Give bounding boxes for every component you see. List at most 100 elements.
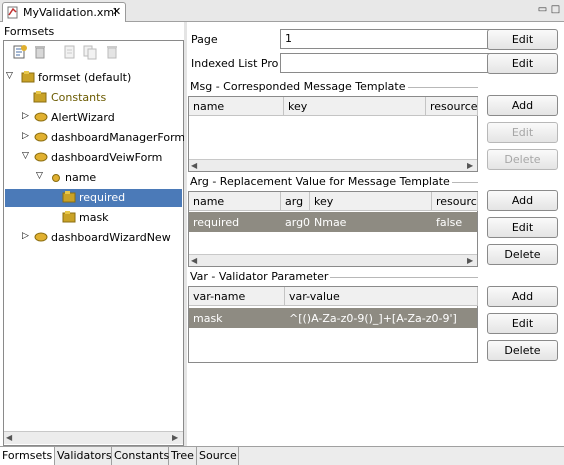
tree-node-label: formset (default) — [38, 71, 132, 84]
msg-col-name[interactable]: name — [189, 97, 284, 116]
expand-icon[interactable]: ▷ — [22, 231, 29, 241]
scroll-left-icon[interactable]: ◀ — [6, 433, 12, 442]
tree-node-label: Constants — [51, 91, 107, 104]
page-label: Page — [191, 33, 218, 46]
minimize-icon[interactable]: ▭ — [537, 4, 548, 15]
msg-group-title: Msg - Corresponded Message Template — [188, 80, 408, 93]
tree-node-alertwizard[interactable]: ▷ AlertWizard — [5, 109, 182, 127]
scroll-left-icon[interactable]: ◀ — [191, 161, 197, 170]
arg-col-name[interactable]: name — [189, 192, 281, 211]
tree-node-dashboardveiwform[interactable]: ▽ dashboardVeiwForm — [5, 149, 182, 167]
editor-window: MyValidation.xml ✕ ▭ □ Formsets ▽ formse… — [0, 0, 564, 465]
indexed-list-edit-button[interactable]: Edit — [487, 53, 558, 74]
var-cell-name: mask — [193, 312, 223, 325]
expand-icon[interactable]: ▽ — [22, 151, 29, 161]
var-group-title: Var - Validator Parameter — [188, 270, 331, 283]
msg-add-button[interactable]: Add — [487, 95, 558, 116]
form-icon — [34, 111, 48, 126]
tree-node-required[interactable]: required — [5, 189, 182, 207]
msg-col-key[interactable]: key — [284, 97, 426, 116]
form-icon — [34, 131, 48, 146]
editor-tab[interactable]: MyValidation.xml ✕ — [2, 2, 126, 22]
indexed-list-property-input[interactable] — [280, 53, 495, 73]
tree-node-label: AlertWizard — [51, 111, 115, 124]
close-icon[interactable]: ✕ — [112, 5, 121, 18]
editor-tab-title: MyValidation.xml — [23, 6, 118, 19]
constants-icon — [33, 90, 47, 107]
scroll-right-icon[interactable]: ▶ — [467, 256, 473, 265]
var-col-name[interactable]: var-name — [189, 287, 285, 306]
expand-icon[interactable]: ▽ — [36, 171, 43, 181]
msg-delete-button[interactable]: Delete — [487, 149, 558, 170]
var-col-value[interactable]: var-value — [285, 287, 478, 306]
arg-col-key[interactable]: key — [310, 192, 432, 211]
xml-file-icon — [7, 6, 19, 19]
tab-source[interactable]: Source — [197, 447, 239, 465]
form-icon — [34, 231, 48, 246]
arg-col-arg[interactable]: arg — [281, 192, 310, 211]
var-cell-value: ^[()A-Za-z0-9()_]+[A-Za-z0-9'] — [289, 312, 457, 325]
expand-icon[interactable]: ▷ — [22, 111, 29, 121]
tree-node-label: required — [79, 191, 126, 204]
msg-table-scrollbar[interactable]: ◀ ▶ — [189, 159, 477, 171]
tree-node-label: mask — [79, 211, 109, 224]
msg-table[interactable]: name key resource ◀ ▶ — [188, 96, 478, 172]
arg-cell-name: required — [193, 216, 240, 229]
scroll-right-icon[interactable]: ▶ — [467, 161, 473, 170]
tree-node-label: dashboardVeiwForm — [51, 151, 163, 164]
page-edit-button[interactable]: Edit — [487, 29, 558, 50]
msg-col-resource[interactable]: resource — [426, 97, 478, 116]
formsets-heading: Formsets — [4, 25, 55, 38]
copy-icon[interactable] — [82, 44, 98, 60]
form-icon — [34, 151, 48, 166]
arg-cell-resource: false — [436, 216, 463, 229]
table-row[interactable]: mask ^[()A-Za-z0-9()_]+[A-Za-z0-9'] — [189, 308, 477, 328]
tree-node-label: dashboardWizardNew — [51, 231, 171, 244]
tab-formsets[interactable]: Formsets — [0, 447, 55, 465]
tree-node-label: name — [65, 171, 97, 184]
arg-table-scrollbar[interactable]: ◀ ▶ — [189, 254, 477, 266]
scroll-left-icon[interactable]: ◀ — [191, 256, 197, 265]
delete-icon[interactable] — [32, 44, 48, 60]
tree-node-mask[interactable]: mask — [5, 209, 182, 227]
arg-edit-button[interactable]: Edit — [487, 217, 558, 238]
maximize-icon[interactable]: □ — [550, 4, 561, 15]
table-row[interactable]: required arg0 Nmae false — [189, 212, 477, 232]
indexed-list-property-label: Indexed List Prope — [191, 57, 279, 70]
expand-icon[interactable]: ▽ — [6, 71, 13, 81]
var-add-button[interactable]: Add — [487, 286, 558, 307]
tree-node-dashboardwizardnew[interactable]: ▷ dashboardWizardNew — [5, 229, 182, 247]
arg-delete-button[interactable]: Delete — [487, 244, 558, 265]
msg-edit-button[interactable]: Edit — [487, 122, 558, 143]
validator-icon — [62, 190, 76, 207]
arg-table[interactable]: name arg key resource required arg0 Nmae… — [188, 191, 478, 267]
tab-tree[interactable]: Tree — [169, 447, 197, 465]
tab-constants[interactable]: Constants — [112, 447, 169, 465]
new-formset-icon[interactable] — [12, 44, 28, 60]
formset-icon — [21, 70, 35, 87]
var-table[interactable]: var-name var-value mask ^[()A-Za-z0-9()_… — [188, 286, 478, 363]
tab-validators[interactable]: Validators — [55, 447, 112, 465]
field-icon — [51, 173, 61, 186]
expand-icon[interactable]: ▷ — [22, 131, 29, 141]
tree-horizontal-scrollbar[interactable]: ◀ ▶ — [4, 431, 183, 444]
arg-cell-key: Nmae — [314, 216, 347, 229]
scroll-right-icon[interactable]: ▶ — [172, 433, 178, 442]
panel-sash[interactable] — [184, 22, 187, 446]
tree-node-constants[interactable]: Constants — [5, 89, 182, 107]
arg-cell-arg: arg0 — [285, 216, 311, 229]
var-edit-button[interactable]: Edit — [487, 313, 558, 334]
tree-node-formset[interactable]: ▽ formset (default) — [5, 69, 182, 87]
editor-page-tabs: Formsets Validators Constants Tree Sourc… — [0, 446, 564, 465]
remove-icon[interactable] — [104, 44, 120, 60]
var-delete-button[interactable]: Delete — [487, 340, 558, 361]
arg-group-title: Arg - Replacement Value for Message Temp… — [188, 175, 452, 188]
arg-col-resource[interactable]: resource — [432, 192, 478, 211]
validator-icon — [62, 210, 76, 227]
add-element-icon[interactable] — [62, 44, 78, 60]
page-input[interactable]: 1 — [280, 29, 495, 49]
tree-node-name[interactable]: ▽ name — [5, 169, 182, 187]
tree-node-dashboardmanagerform[interactable]: ▷ dashboardManagerForm — [5, 129, 186, 147]
arg-add-button[interactable]: Add — [487, 190, 558, 211]
tree-node-label: dashboardManagerForm — [51, 131, 186, 144]
